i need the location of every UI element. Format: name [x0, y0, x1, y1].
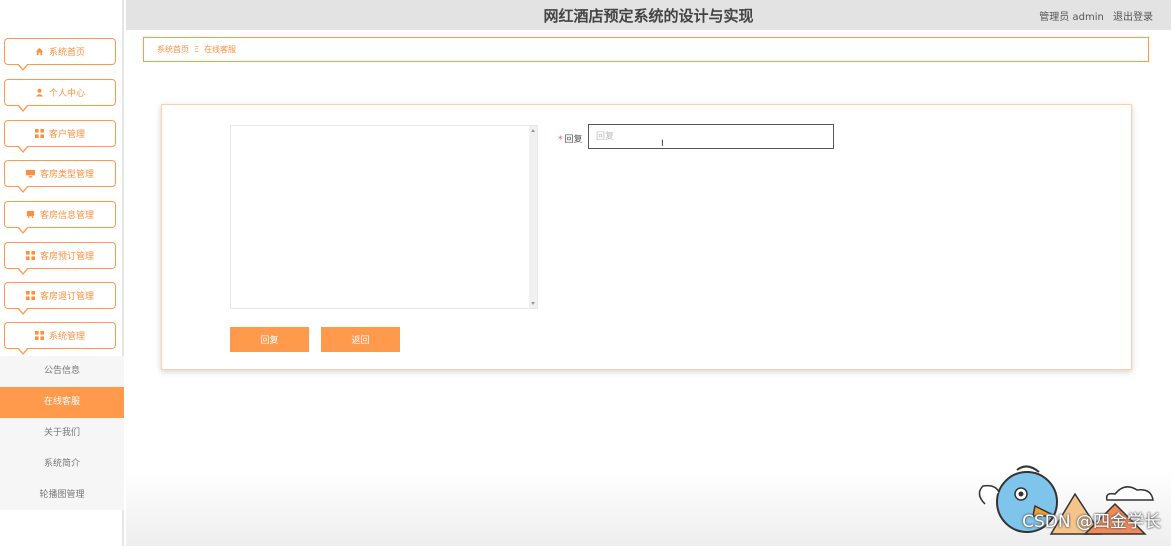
required-mark: * — [558, 135, 563, 145]
submenu-item-system-intro[interactable]: 系统简介 — [0, 449, 124, 480]
sidebar-item-label: 系统管理 — [48, 332, 85, 342]
breadcrumb-separator: Ξ — [194, 45, 200, 54]
reply-field-label: * 回复 — [558, 132, 583, 145]
bed-icon — [26, 210, 35, 219]
grid-icon — [34, 129, 44, 138]
watermark-text: CSDN @四金学长 — [1022, 512, 1161, 532]
back-button[interactable]: 返回 — [321, 327, 400, 352]
breadcrumb-home[interactable]: 系统首页 — [157, 45, 189, 54]
sidebar-item-room-types[interactable]: 客房类型管理 — [4, 160, 116, 193]
chat-history-area[interactable] — [230, 125, 538, 309]
reply-button[interactable]: 回复 — [230, 327, 309, 352]
chat-card: *回复 I 回复 返回 — [161, 104, 1132, 370]
scroll-down-arrow-icon[interactable] — [531, 302, 535, 305]
sidebar-item-customers[interactable]: 客户管理 — [4, 120, 116, 153]
sidebar-item-label: 客房退订管理 — [39, 292, 94, 302]
submenu-item-about-us[interactable]: 关于我们 — [0, 418, 124, 449]
user-icon — [35, 88, 44, 97]
grid-icon — [25, 251, 35, 260]
watermark: CSDN @四金学长 — [955, 464, 1165, 540]
submenu-item-online-service[interactable]: 在线客服 — [0, 387, 124, 418]
text-cursor-icon: I — [661, 139, 664, 149]
breadcrumb-current: 在线客服 — [204, 45, 237, 54]
sidebar-item-label: 客房预订管理 — [39, 252, 94, 262]
scroll-up-arrow-icon[interactable] — [531, 129, 535, 132]
sidebar-item-label: 客房类型管理 — [39, 170, 94, 180]
submenu-item-carousel[interactable]: 轮播图管理 — [0, 480, 124, 511]
page-title: 网红酒店预定系统的设计与实现 — [543, 7, 754, 25]
sidebar-item-label: 个人中心 — [48, 89, 85, 99]
logout-link[interactable]: 退出登录 — [1113, 12, 1153, 23]
top-header: 网红酒店预定系统的设计与实现 管理员 admin 退出登录 — [126, 0, 1171, 30]
sidebar-item-room-cancel[interactable]: 客房退订管理 — [4, 282, 116, 315]
sidebar-item-system[interactable]: 系统管理 — [4, 322, 116, 355]
breadcrumb: 系统首页 Ξ 在线客服 — [143, 37, 1149, 62]
sidebar-item-label: 系统首页 — [48, 48, 85, 58]
sidebar-item-profile[interactable]: 个人中心 — [4, 79, 116, 112]
sidebar-item-home[interactable]: 系统首页 — [4, 38, 116, 71]
grid-icon — [25, 291, 35, 300]
system-submenu: 公告信息 在线客服 关于我们 系统简介 轮播图管理 — [0, 356, 124, 510]
sidebar-item-label: 客房信息管理 — [39, 211, 94, 221]
sidebar-item-room-info[interactable]: 客房信息管理 — [4, 201, 116, 234]
reply-label-text: 回复 — [564, 135, 583, 145]
monitor-icon — [25, 169, 35, 178]
grid-icon — [34, 331, 44, 340]
user-area: 管理员 admin 退出登录 — [1033, 8, 1153, 23]
sidebar-item-room-booking[interactable]: 客房预订管理 — [4, 242, 116, 275]
chat-scrollbar[interactable] — [529, 126, 537, 308]
reply-input[interactable] — [588, 124, 834, 149]
user-label: 管理员 admin — [1039, 12, 1104, 23]
submenu-item-announcements[interactable]: 公告信息 — [0, 356, 124, 387]
sidebar-item-label: 客户管理 — [48, 130, 85, 140]
sidebar: 系统首页 个人中心 客户管理 客房类型管理 客房信息管理 客房预订管理 客房退订… — [0, 0, 124, 546]
home-icon — [35, 47, 44, 56]
